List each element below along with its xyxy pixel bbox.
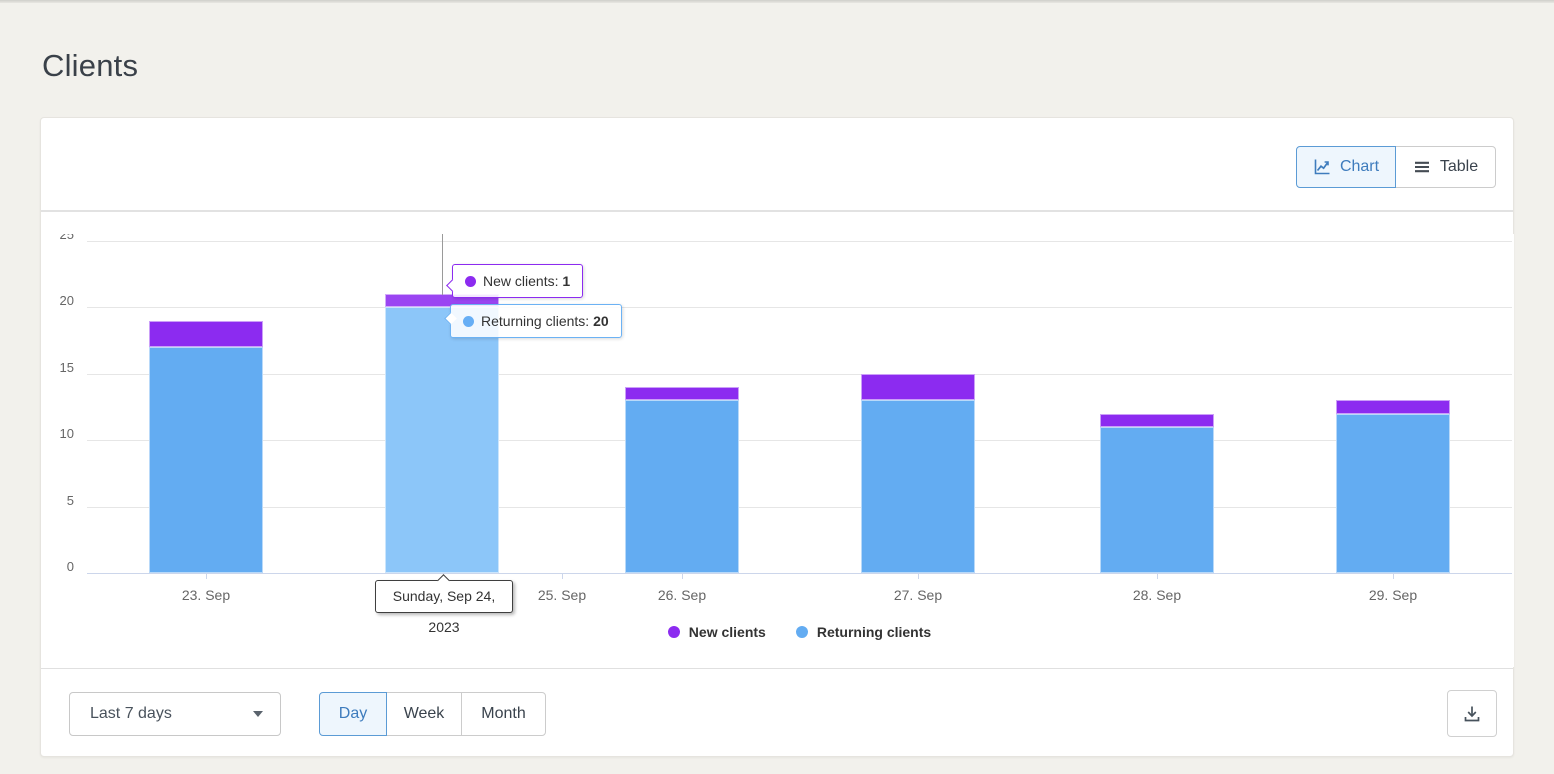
legend-label: Returning clients bbox=[817, 624, 931, 640]
date-range-dropdown[interactable]: Last 7 days bbox=[69, 692, 281, 736]
tooltip-anchor-icon bbox=[446, 279, 459, 292]
legend-dot-icon bbox=[668, 626, 680, 638]
x-axis-tick bbox=[1393, 573, 1394, 579]
legend-item-returning-clients[interactable]: Returning clients bbox=[796, 624, 931, 640]
legend-item-new-clients[interactable]: New clients bbox=[668, 624, 766, 640]
y-axis-label: 20 bbox=[42, 294, 74, 308]
header-divider bbox=[41, 210, 1513, 212]
tooltip-new-clients: New clients: 1 bbox=[452, 264, 583, 298]
x-axis-label: 27. Sep bbox=[858, 587, 978, 603]
chart-view-label: Chart bbox=[1340, 158, 1379, 176]
gridline-15 bbox=[87, 374, 1512, 375]
gridline-10 bbox=[87, 440, 1512, 441]
line-chart-icon bbox=[1313, 158, 1331, 176]
table-list-icon bbox=[1413, 158, 1431, 176]
caret-down-icon bbox=[253, 711, 263, 717]
returning-clients-bullet-icon bbox=[463, 316, 474, 327]
tooltip-value: 20 bbox=[593, 313, 609, 329]
date-tooltip: Sunday, Sep 24, 2023 bbox=[375, 580, 513, 613]
gridline-5 bbox=[87, 507, 1512, 508]
y-axis-label: 25 bbox=[42, 234, 74, 242]
x-axis-tick bbox=[682, 573, 683, 579]
new-clients-bullet-icon bbox=[465, 276, 476, 287]
x-axis-label: 23. Sep bbox=[146, 587, 266, 603]
x-axis-tick bbox=[206, 573, 207, 579]
chart-legend: New clients Returning clients bbox=[87, 622, 1512, 642]
legend-label: New clients bbox=[689, 624, 766, 640]
legend-dot-icon bbox=[796, 626, 808, 638]
table-view-button[interactable]: Table bbox=[1395, 146, 1496, 188]
tooltip-up-arrow-icon bbox=[437, 574, 450, 587]
bar-new-clients[interactable] bbox=[1336, 400, 1450, 413]
y-axis-label: 15 bbox=[42, 361, 74, 375]
chart-canvas: 25 20 15 10 5 0 29. Sep 28. Sep 27. Sep 26. Sep25… bbox=[42, 234, 1514, 667]
y-axis-label: 5 bbox=[42, 494, 74, 508]
x-axis-tick bbox=[918, 573, 919, 579]
bar-new-clients[interactable] bbox=[1100, 414, 1214, 427]
bar-returning-clients[interactable] bbox=[625, 400, 739, 573]
bar-returning-clients[interactable] bbox=[149, 347, 263, 573]
bar-new-clients[interactable] bbox=[625, 387, 739, 400]
table-view-label: Table bbox=[1440, 158, 1478, 176]
granularity-month-button[interactable]: Month bbox=[461, 692, 546, 736]
card-header: Chart Table bbox=[41, 118, 1513, 210]
tooltip-label: New clients: 1 bbox=[483, 273, 570, 289]
x-axis-label: 28. Sep bbox=[1097, 587, 1217, 603]
footer-divider bbox=[41, 668, 1513, 669]
window-top-edge bbox=[0, 0, 1554, 3]
download-icon bbox=[1461, 703, 1483, 725]
chart-view-button[interactable]: Chart bbox=[1296, 146, 1396, 188]
granularity-day-button[interactable]: Day bbox=[319, 692, 387, 736]
bar-returning-clients[interactable] bbox=[1100, 427, 1214, 573]
tooltip-label: Returning clients: 20 bbox=[481, 313, 609, 329]
x-axis-label: 26. Sep bbox=[622, 587, 742, 603]
tooltip-value: 1 bbox=[562, 273, 570, 289]
gridline-20 bbox=[87, 307, 1512, 308]
bar-returning-clients[interactable] bbox=[385, 307, 499, 573]
tooltip-returning-clients: Returning clients: 20 bbox=[450, 304, 622, 338]
y-axis-label: 10 bbox=[42, 427, 74, 441]
date-range-value: Last 7 days bbox=[90, 705, 172, 723]
gridline-25 bbox=[87, 241, 1512, 242]
bar-new-clients[interactable] bbox=[149, 321, 263, 348]
bar-returning-clients[interactable] bbox=[861, 400, 975, 573]
x-axis-label: 25. Sep bbox=[502, 587, 622, 603]
clients-report-card: Chart Table 25 20 15 10 5 0 29. Sep 28. Sep 27. … bbox=[40, 117, 1514, 757]
y-axis-label: 0 bbox=[42, 560, 74, 574]
tooltip-connector-line bbox=[442, 234, 443, 295]
granularity-week-button[interactable]: Week bbox=[386, 692, 462, 736]
x-axis-tick bbox=[562, 573, 563, 579]
page-title: Clients bbox=[42, 48, 138, 84]
bar-new-clients[interactable] bbox=[861, 374, 975, 401]
gridline-0 bbox=[87, 573, 1512, 574]
download-button[interactable] bbox=[1447, 690, 1497, 737]
x-axis-label: 29. Sep bbox=[1333, 587, 1453, 603]
bar-returning-clients[interactable] bbox=[1336, 414, 1450, 573]
x-axis-tick bbox=[1157, 573, 1158, 579]
